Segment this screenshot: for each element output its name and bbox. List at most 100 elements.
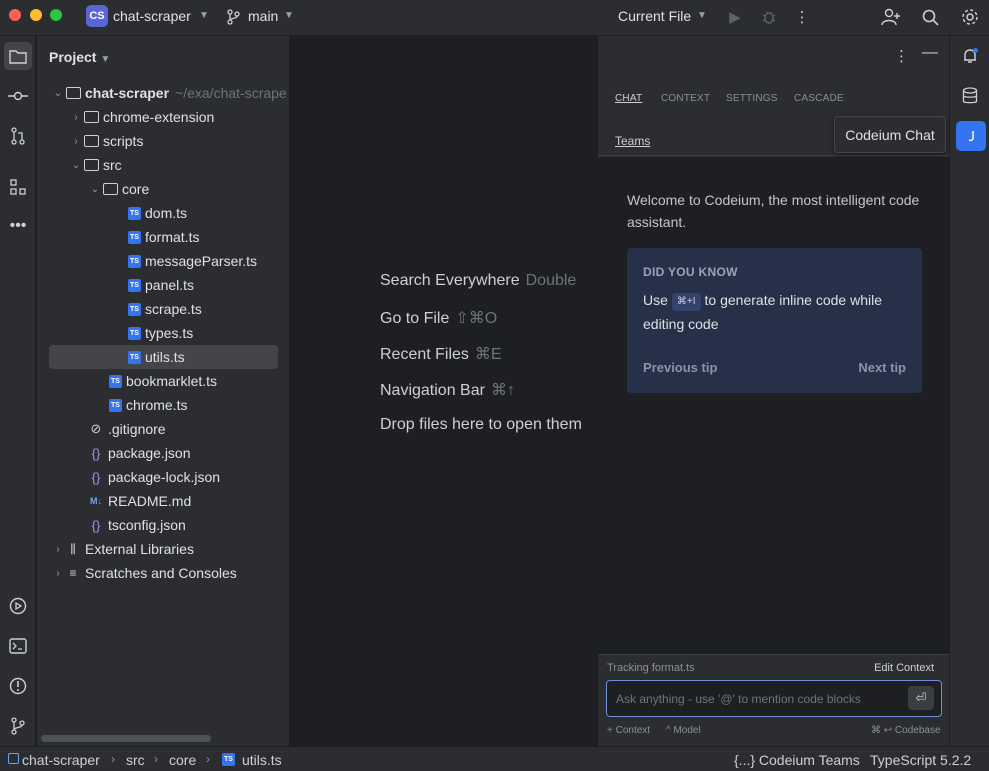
typescript-file-icon: TS (109, 398, 122, 412)
chevron-down-icon: ▼ (100, 54, 111, 65)
tree-item-folder[interactable]: › chrome-extension (37, 105, 290, 129)
tree-item-folder[interactable]: › scripts (37, 129, 290, 153)
left-tool-strip: ••• (0, 36, 36, 746)
folder-icon (83, 157, 99, 173)
debug-icon[interactable] (757, 5, 781, 29)
close-window-button[interactable] (9, 9, 21, 21)
library-icon: ⫼ (70, 541, 76, 556)
project-folder-icon[interactable] (4, 42, 32, 70)
breadcrumb-project[interactable]: chat-scraper (22, 752, 100, 768)
hint-search-everywhere: Search Everywhere Double (380, 272, 577, 289)
services-icon[interactable] (4, 592, 32, 620)
run-icon[interactable]: ▶ (723, 5, 747, 29)
json-file-icon: {} (91, 469, 101, 485)
chat-footer: Tracking format.ts Edit Context ⏎ + Cont… (598, 654, 949, 746)
breadcrumb-src[interactable]: src (126, 752, 145, 768)
problems-icon[interactable] (4, 672, 32, 700)
chevron-right-icon: › (56, 567, 60, 579)
chat-input[interactable] (606, 680, 942, 717)
chevron-down-icon[interactable]: ▼ (199, 10, 209, 21)
previous-tip-button[interactable]: Previous tip (643, 360, 717, 375)
add-context-button[interactable]: + Context (607, 725, 650, 736)
title-bar: CS chat-scraper ▼ main ▼ Current File ▼ … (0, 0, 989, 36)
minimize-panel-icon[interactable]: — (922, 44, 938, 62)
database-icon[interactable] (956, 82, 984, 110)
git-icon[interactable] (4, 712, 32, 740)
tree-item-file[interactable]: TS scrape.ts (37, 297, 290, 321)
breadcrumb-separator-icon: › (154, 752, 158, 766)
project-panel-title[interactable]: Project ▼ (49, 49, 110, 65)
tracking-status: Tracking format.ts (607, 662, 695, 674)
horizontal-scrollbar[interactable] (41, 735, 211, 742)
tree-root[interactable]: ⌄ chat-scraper ~/exa/chat-scrape (37, 81, 290, 105)
hint-drop-files: Drop files here to open them (380, 416, 582, 433)
tree-item-folder[interactable]: ⌄ core (37, 177, 290, 201)
more-tools-icon[interactable]: ••• (4, 212, 32, 240)
edit-context-button[interactable]: Edit Context (874, 662, 934, 674)
codebase-shortcut[interactable]: ⌘ ↩ Codebase (871, 725, 941, 736)
tree-item-file[interactable]: TS dom.ts (37, 201, 290, 225)
shortcut-badge: ⌘+I (671, 293, 701, 311)
branch-name[interactable]: main (248, 8, 278, 24)
tree-item-file[interactable]: ⊘ .gitignore (37, 417, 290, 441)
pull-request-icon[interactable] (4, 122, 32, 150)
tab-chat[interactable]: CHAT (615, 93, 642, 104)
model-selector[interactable]: ^ Model (666, 725, 701, 736)
tree-item-folder[interactable]: ⌄ src (37, 153, 290, 177)
chevron-down-icon: ⌄ (90, 183, 100, 195)
add-user-icon[interactable] (879, 5, 903, 29)
tab-cascade[interactable]: CASCADE (794, 93, 844, 104)
scratches-icon: ≡ (69, 566, 77, 580)
typescript-file-icon: TS (128, 350, 141, 364)
breadcrumb-file[interactable]: utils.ts (242, 752, 282, 768)
zoom-window-button[interactable] (50, 9, 62, 21)
tree-item-file[interactable]: {} package-lock.json (37, 465, 290, 489)
typescript-file-icon: TS (128, 302, 141, 316)
chevron-down-icon: ⌄ (71, 159, 81, 171)
tree-item-scratches[interactable]: › ≡ Scratches and Consoles (37, 561, 290, 585)
tree-item-file[interactable]: TS types.ts (37, 321, 290, 345)
teams-link[interactable]: Teams (615, 134, 650, 148)
commit-icon[interactable] (4, 82, 32, 110)
tree-item-file[interactable]: TS format.ts (37, 225, 290, 249)
tree-item-file[interactable]: M↓ README.md (37, 489, 290, 513)
send-icon[interactable]: ⏎ (908, 686, 934, 710)
welcome-message: Welcome to Codeium, the most intelligent… (627, 192, 920, 230)
structure-icon[interactable] (4, 173, 32, 201)
tree-item-file-selected[interactable]: TS utils.ts (37, 345, 290, 369)
terminal-icon[interactable] (4, 632, 32, 660)
tab-settings[interactable]: SETTINGS (726, 93, 778, 104)
notifications-icon[interactable] (956, 42, 984, 70)
tab-context[interactable]: CONTEXT (661, 93, 710, 104)
codeium-teams-status[interactable]: {...} Codeium Teams (734, 752, 860, 768)
chevron-right-icon: › (74, 111, 78, 123)
codeium-chat-button[interactable] (956, 121, 986, 151)
more-actions-icon[interactable]: ⋮ (790, 5, 814, 29)
panel-options-icon[interactable]: ⋮ (894, 47, 909, 65)
project-name[interactable]: chat-scraper (113, 8, 191, 24)
branch-icon[interactable] (224, 5, 242, 29)
tree-item-file[interactable]: TS chrome.ts (37, 393, 290, 417)
gear-icon[interactable] (958, 5, 982, 29)
typescript-file-icon: TS (128, 326, 141, 340)
chevron-down-icon[interactable]: ▼ (697, 10, 707, 21)
chevron-down-icon[interactable]: ▼ (284, 10, 294, 21)
tree-item-file[interactable]: TS messageParser.ts (37, 249, 290, 273)
project-panel: Project ▼ ⌄ chat-scraper ~/exa/chat-scra… (37, 36, 290, 746)
codeium-chat-tooltip: Codeium Chat (834, 116, 946, 153)
tree-item-external-libraries[interactable]: › ⫼ External Libraries (37, 537, 290, 561)
project-badge[interactable]: CS (86, 5, 108, 27)
search-icon[interactable] (918, 5, 942, 29)
typescript-file-icon: TS (128, 206, 141, 220)
tree-item-file[interactable]: {} package.json (37, 441, 290, 465)
tree-item-file[interactable]: TS bookmarklet.ts (37, 369, 290, 393)
tip-card: DID YOU KNOW Use ⌘+I to generate inline co… (627, 248, 922, 393)
tree-item-file[interactable]: {} tsconfig.json (37, 513, 290, 537)
tree-item-file[interactable]: TS panel.ts (37, 273, 290, 297)
language-version[interactable]: TypeScript 5.2.2 (870, 752, 971, 768)
next-tip-button[interactable]: Next tip (858, 360, 906, 375)
breadcrumb-core[interactable]: core (169, 752, 196, 768)
run-config-select[interactable]: Current File (618, 8, 691, 24)
chevron-down-icon: ⌄ (53, 87, 63, 99)
minimize-window-button[interactable] (30, 9, 42, 21)
